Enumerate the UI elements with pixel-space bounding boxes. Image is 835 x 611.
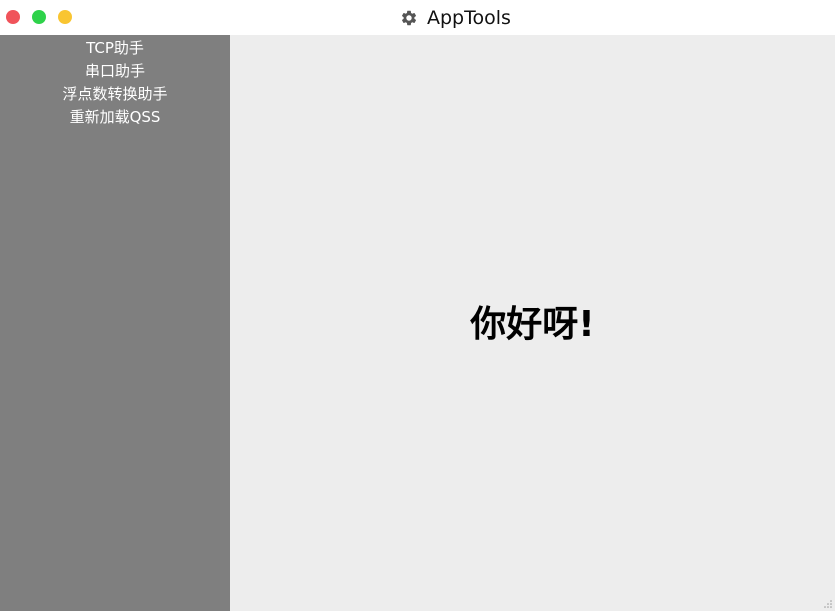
sidebar-item-reload-qss[interactable]: 重新加载QSS — [0, 106, 230, 129]
main-content: 你好呀! — [230, 35, 835, 611]
maximize-button[interactable] — [32, 10, 46, 24]
close-button[interactable] — [6, 10, 20, 24]
minimize-button[interactable] — [58, 10, 72, 24]
title-bar[interactable]: AppTools — [0, 0, 835, 35]
gear-icon — [402, 10, 417, 26]
greeting-text: 你好呀! — [470, 304, 595, 345]
resize-grip-icon[interactable] — [823, 599, 833, 609]
sidebar-menu: TCP助手 串口助手 浮点数转换助手 重新加载QSS — [0, 35, 230, 129]
sidebar-item-tcp-assistant[interactable]: TCP助手 — [0, 37, 230, 60]
window-title-group: AppTools — [400, 6, 511, 30]
app-window: AppTools TCP助手 串口助手 浮点数转换助手 重新加载QSS 你好呀! — [0, 0, 835, 611]
sidebar-item-serial-assistant[interactable]: 串口助手 — [0, 60, 230, 83]
sidebar-item-float-converter[interactable]: 浮点数转换助手 — [0, 83, 230, 106]
sidebar: TCP助手 串口助手 浮点数转换助手 重新加载QSS — [0, 35, 230, 611]
window-title: AppTools — [427, 7, 511, 29]
